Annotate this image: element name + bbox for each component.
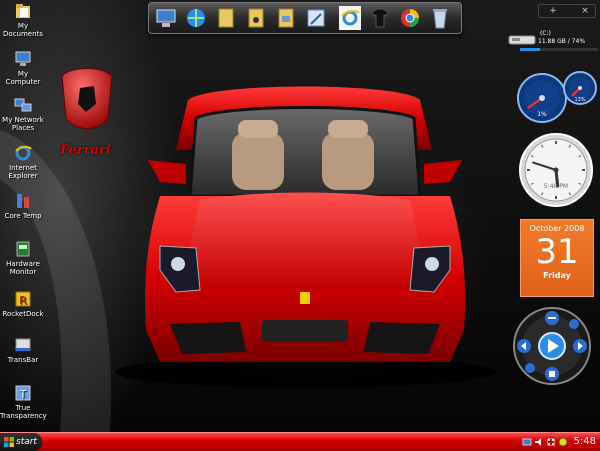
tray-security-icon[interactable]	[546, 437, 556, 447]
desktop-icon-label: Core Temp	[4, 212, 42, 220]
desktop-icon-label: My Computer	[5, 70, 41, 86]
desktop: Ferrari My Documents My Computer My Netw…	[0, 0, 600, 432]
system-tray: 5:48	[518, 434, 600, 450]
ferrari-logo-text: Ferrari	[60, 143, 111, 158]
transbar-icon	[15, 338, 31, 351]
desktop-icon-my-computer[interactable]: My Computer	[0, 50, 46, 86]
dock-item-computer[interactable]	[155, 6, 177, 30]
computer-icon	[156, 9, 176, 27]
repeat-button[interactable]	[569, 319, 579, 329]
shuffle-button[interactable]	[545, 311, 559, 325]
drive-info: 11.88 GB / 74%	[538, 38, 586, 45]
music-folder-icon	[248, 8, 264, 28]
calendar-weekday: Friday	[543, 271, 571, 280]
desktop-icon-label: RocketDock	[2, 310, 44, 318]
desktop-icon-internet-explorer[interactable]: Internet Explorer	[0, 144, 46, 180]
drive-meter-gadget[interactable]: (C:) 11.88 GB / 74%	[508, 30, 598, 52]
dock-item-recycle-bin[interactable]	[429, 6, 451, 30]
add-gadget-button[interactable]: +	[547, 5, 559, 17]
desktop-icon-transbar[interactable]: TransBar	[0, 336, 46, 364]
play-button[interactable]	[538, 332, 566, 360]
core-temp-icon	[17, 194, 29, 208]
internet-explorer-icon	[339, 6, 361, 30]
previous-button[interactable]	[517, 339, 531, 353]
drive-usage-fill	[520, 48, 541, 51]
rocketdock-icon: R	[15, 291, 31, 307]
desktop-icon-label: Hardware Monitor	[6, 260, 40, 276]
recycle-bin-icon	[433, 9, 447, 29]
hardware-monitor-icon	[16, 241, 30, 257]
next-button[interactable]	[573, 339, 587, 353]
dock-item-internet-explorer[interactable]	[339, 6, 361, 30]
tray-volume-icon[interactable]	[534, 437, 544, 447]
start-button[interactable]: start	[0, 433, 42, 451]
edit-document-icon	[307, 9, 325, 27]
desktop-icon-my-documents[interactable]: My Documents	[0, 2, 46, 38]
media-player-gadget	[513, 307, 591, 385]
desktop-icon-label: My Network Places	[2, 116, 44, 132]
desktop-icon-hardware-monitor[interactable]: Hardware Monitor	[0, 240, 46, 276]
cpu-meter-gadget[interactable]: 1% 13%	[514, 68, 598, 124]
svg-text:R: R	[19, 294, 27, 307]
windows-flag-icon	[4, 437, 14, 447]
tshirt-icon	[371, 8, 389, 28]
calendar-gadget[interactable]: October 2008 31 Friday	[520, 219, 594, 297]
stop-button[interactable]	[545, 367, 559, 381]
true-transparency-icon: T	[15, 385, 31, 401]
sidebar-header: + ×	[538, 4, 596, 18]
desktop-icon-label: TransBar	[7, 356, 39, 364]
close-sidebar-button[interactable]: ×	[579, 5, 591, 17]
dock-item-network[interactable]	[185, 6, 207, 30]
taskbar: start 5:48	[0, 432, 600, 451]
desktop-icon-label: True Transparency	[0, 404, 47, 420]
folder-documents-icon	[16, 4, 30, 18]
cpu-value-a: 1%	[537, 111, 547, 118]
cpu-value-b: 13%	[574, 97, 585, 103]
clock-time-text: 5:48 PM	[544, 183, 568, 190]
dock-item-music-folder[interactable]	[245, 6, 267, 30]
tray-app-icon[interactable]	[558, 437, 568, 447]
calendar-day: 31	[535, 232, 579, 272]
folder-icon	[218, 8, 234, 28]
desktop-icon-my-network-places[interactable]: My Network Places	[0, 96, 46, 132]
network-icon	[187, 9, 205, 27]
desktop-icon-label: Internet Explorer	[8, 164, 38, 180]
start-label: start	[16, 437, 37, 447]
dock-item-folder[interactable]	[215, 6, 237, 30]
computer-icon	[15, 51, 31, 66]
drive-label: (C:)	[540, 30, 551, 37]
dock-item-pictures-folder[interactable]	[275, 6, 297, 30]
desktop-icon-label: My Documents	[3, 22, 43, 38]
network-icon	[14, 98, 32, 112]
desktop-icon-rocketdock[interactable]: R RocketDock	[0, 290, 46, 318]
internet-explorer-icon	[15, 145, 32, 161]
taskbar-clock: 5:48	[573, 436, 596, 447]
dock-item-browser[interactable]	[399, 6, 421, 30]
pictures-folder-icon	[278, 8, 294, 28]
hard-drive-icon	[508, 35, 536, 45]
svg-text:T: T	[19, 388, 27, 401]
desktop-icon-true-transparency[interactable]: T True Transparency	[0, 384, 47, 420]
rocketdock-bar	[148, 2, 462, 34]
clock-gadget[interactable]: 5:48 PM	[518, 132, 594, 208]
dock-item-tshirt[interactable]	[369, 6, 391, 30]
drive-usage-bar	[520, 48, 598, 51]
desktop-icon-core-temp[interactable]: Core Temp	[0, 192, 46, 220]
tray-network-icon[interactable]	[522, 437, 532, 447]
dock-item-edit-document[interactable]	[305, 6, 327, 30]
volume-button[interactable]	[525, 363, 535, 373]
browser-icon	[401, 9, 419, 27]
